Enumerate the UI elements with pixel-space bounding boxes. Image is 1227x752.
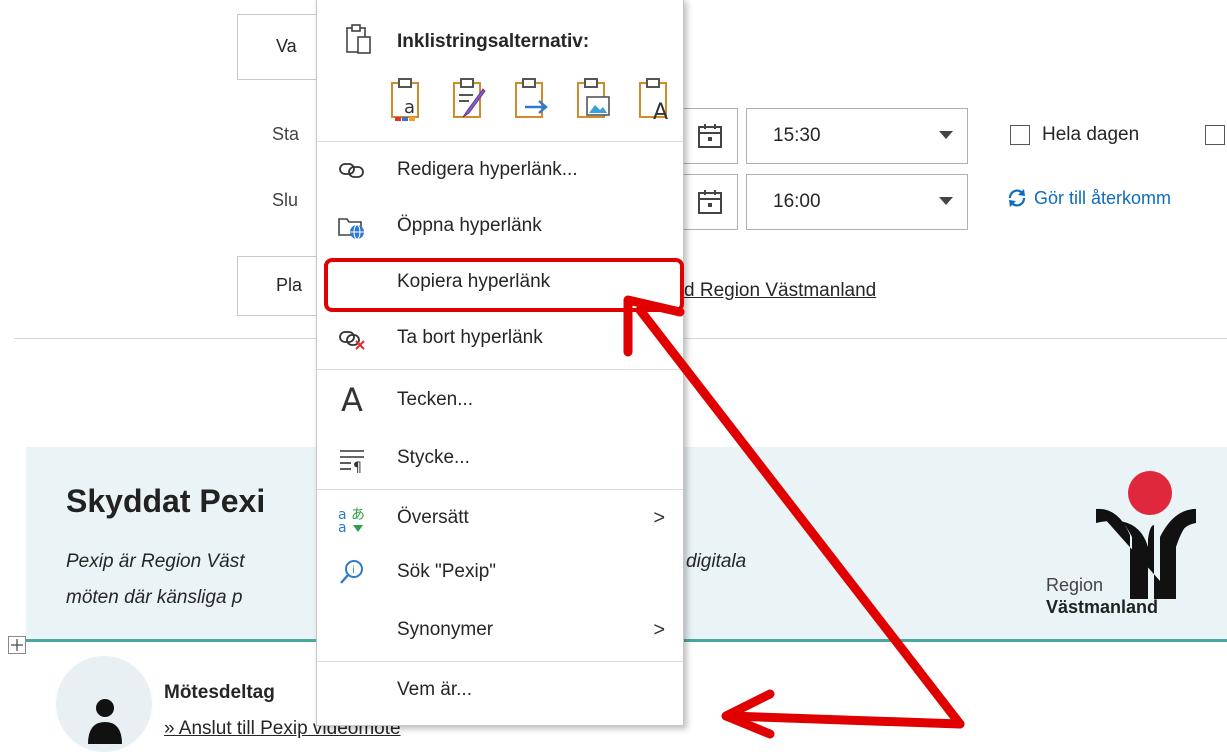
annotation-arrow [623,295,965,739]
